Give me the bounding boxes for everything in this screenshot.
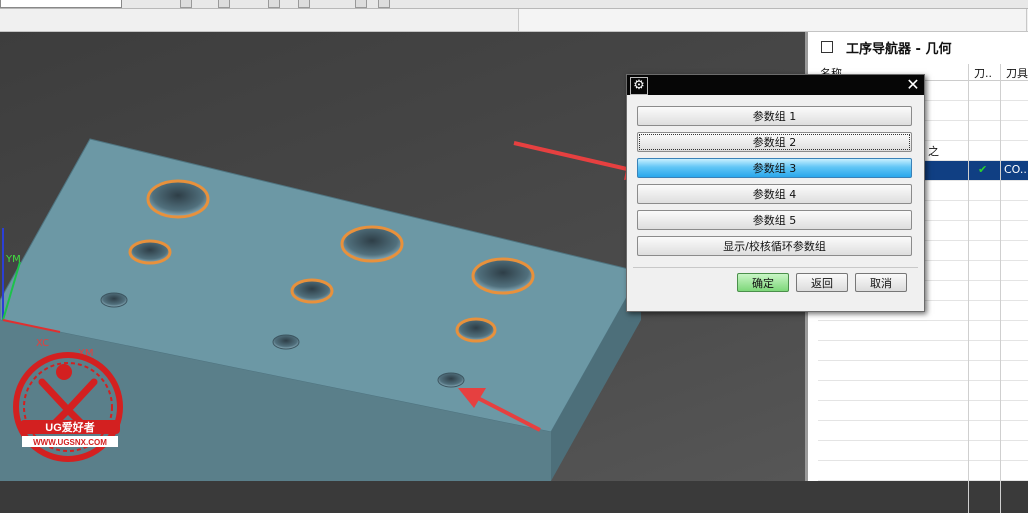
navigator-row[interactable]	[818, 401, 1028, 421]
toolbar-icon[interactable]	[268, 0, 280, 8]
ugsnx-logo: UG爱好者 WWW.UGSNX.COM	[13, 352, 123, 462]
param-group-4-button[interactable]: 参数组 4	[637, 184, 912, 204]
column-header-tool-short[interactable]: 刀..	[974, 65, 992, 81]
dialog-separator	[633, 267, 918, 268]
hole[interactable]	[128, 239, 172, 265]
param-group-3-button[interactable]: 参数组 3	[637, 158, 912, 178]
hole[interactable]	[340, 225, 404, 263]
toolbar-icon[interactable]	[355, 0, 367, 8]
hole[interactable]	[471, 257, 535, 295]
navigator-row[interactable]	[818, 321, 1028, 341]
navigator-row[interactable]	[818, 361, 1028, 381]
column-divider	[1000, 64, 1001, 513]
small-hole[interactable]	[100, 292, 128, 308]
navigator-row[interactable]	[818, 341, 1028, 361]
cancel-button[interactable]: 取消	[855, 273, 907, 292]
param-group-2-button[interactable]: 参数组 2	[637, 132, 912, 152]
navigator-checkbox[interactable]	[821, 41, 833, 53]
secondary-toolbar-strip	[0, 9, 1028, 32]
gear-icon[interactable]: ⚙	[630, 77, 648, 95]
parameter-group-dialog: ⚙ ✕ 参数组 1 参数组 2 参数组 3 参数组 4 参数组 5 显示/校核循…	[626, 74, 925, 312]
xc-axis-label: XC	[36, 338, 50, 349]
annotation-arrow-shaft	[513, 141, 641, 174]
hole[interactable]	[455, 317, 497, 343]
navigator-row[interactable]	[818, 461, 1028, 481]
toolbar-combo[interactable]	[0, 0, 122, 8]
logo-url-text: WWW.UGSNX.COM	[33, 438, 107, 447]
param-group-5-button[interactable]: 参数组 5	[637, 210, 912, 230]
hole[interactable]	[290, 278, 334, 304]
small-hole[interactable]	[272, 334, 300, 350]
ym-axis-label: YM	[6, 254, 21, 265]
navigator-row[interactable]	[818, 441, 1028, 461]
ok-button[interactable]: 确定	[737, 273, 789, 292]
param-group-1-button[interactable]: 参数组 1	[637, 106, 912, 126]
close-icon[interactable]: ✕	[905, 77, 921, 93]
logo-brand-text: UG爱好者	[45, 420, 95, 434]
toolbar-icon[interactable]	[218, 0, 230, 8]
checkmark-icon: ✔	[978, 163, 988, 176]
toolbar-icon[interactable]	[378, 0, 390, 8]
small-hole[interactable]	[437, 372, 465, 388]
navigator-row[interactable]	[818, 421, 1028, 441]
show-verify-cycle-params-button[interactable]: 显示/校核循环参数组	[637, 236, 912, 256]
dialog-titlebar: ⚙ ✕	[627, 75, 924, 95]
toolbar-icon[interactable]	[180, 0, 192, 8]
main-toolbar	[0, 0, 1028, 9]
hole[interactable]	[146, 179, 210, 219]
row-tool-value: CO..	[1004, 163, 1027, 176]
back-button[interactable]: 返回	[796, 273, 848, 292]
toolbar-tab-area	[518, 9, 1027, 31]
toolbar-icon[interactable]	[298, 0, 310, 8]
row-label: 之	[928, 145, 939, 158]
navigator-titlebar: 工序导航器 - 几何	[808, 32, 1028, 62]
column-header-tool[interactable]: 刀具	[1006, 65, 1028, 81]
navigator-title: 工序导航器 - 几何	[846, 42, 952, 57]
navigator-row[interactable]	[818, 381, 1028, 401]
column-divider	[968, 64, 969, 513]
